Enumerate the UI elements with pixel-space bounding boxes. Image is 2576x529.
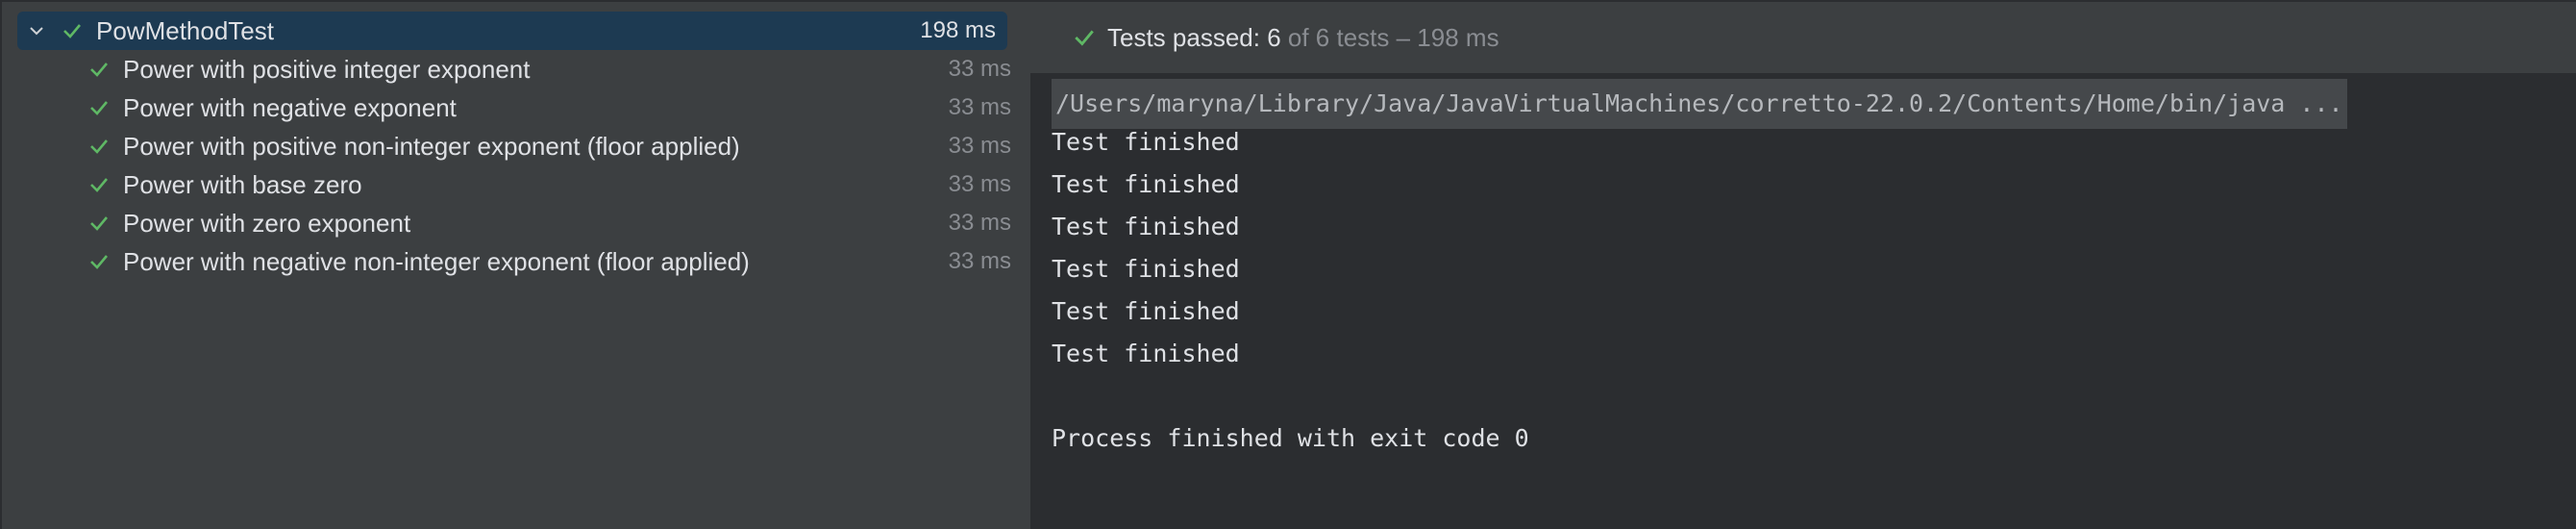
tree-node-duration: 198 ms [920,17,996,43]
checkmark-icon [87,134,111,159]
tree-node-label: Power with negative non-integer exponent… [123,246,750,276]
console-exit-line: Process finished with exit code 0 [1052,424,1529,452]
tree-node-duration: 33 ms [948,94,1011,120]
console-line: Test finished [1052,340,1240,367]
checkmark-icon [1071,24,1098,51]
checkmark-icon [87,57,111,82]
test-tree-panel: PowMethodTest 198 ms Power with positive… [0,0,1030,529]
tree-node-duration: 33 ms [948,248,1011,274]
console-line: Test finished [1052,213,1240,240]
tree-node-test[interactable]: Power with zero exponent 33 ms [17,204,1030,242]
tree-node-test[interactable]: Power with base zero 33 ms [17,165,1030,204]
checkmark-icon [87,211,111,236]
tree-node-label: PowMethodTest [96,15,274,45]
tree-node-label: Power with negative exponent [123,92,457,122]
test-status-bar: Tests passed: 6 of 6 tests – 198 ms [1030,2,2576,75]
console-line: Test finished [1052,170,1240,198]
tree-node-test[interactable]: Power with positive integer exponent 33 … [17,50,1030,88]
test-status-text: Tests passed: 6 of 6 tests – 198 ms [1107,23,1499,53]
tree-node-label: Power with positive non-integer exponent… [123,131,740,161]
tree-node-duration: 33 ms [948,133,1011,159]
tree-node-label: Power with positive integer exponent [123,54,531,84]
tree-node-test[interactable]: Power with negative exponent 33 ms [17,88,1030,127]
chevron-down-icon[interactable] [25,19,48,42]
status-summary: of 6 tests – 198 ms [1280,22,1499,52]
tree-node-root[interactable]: PowMethodTest 198 ms [17,12,1007,50]
tree-node-duration: 33 ms [948,210,1011,236]
console-command-line[interactable]: /Users/maryna/Library/Java/JavaVirtualMa… [1052,79,2347,129]
console-panel: Tests passed: 6 of 6 tests – 198 ms /Use… [1030,0,2576,529]
status-label: Tests passed: [1107,22,1268,52]
console-line: Test finished [1052,297,1240,325]
checkmark-icon [87,172,111,197]
tree-node-label: Power with zero exponent [123,208,411,238]
tree-node-duration: 33 ms [948,56,1011,82]
status-passed-count: 6 [1267,22,1281,52]
tree-node-duration: 33 ms [948,171,1011,197]
checkmark-icon [60,18,85,43]
console-output[interactable]: /Users/maryna/Library/Java/JavaVirtualMa… [1052,79,2557,529]
tree-node-label: Power with base zero [123,169,362,199]
checkmark-icon [87,249,111,274]
console-line: Test finished [1052,255,1240,283]
tree-node-test[interactable]: Power with positive non-integer exponent… [17,127,1030,165]
checkmark-icon [87,95,111,120]
tree-node-test[interactable]: Power with negative non-integer exponent… [17,242,1030,281]
